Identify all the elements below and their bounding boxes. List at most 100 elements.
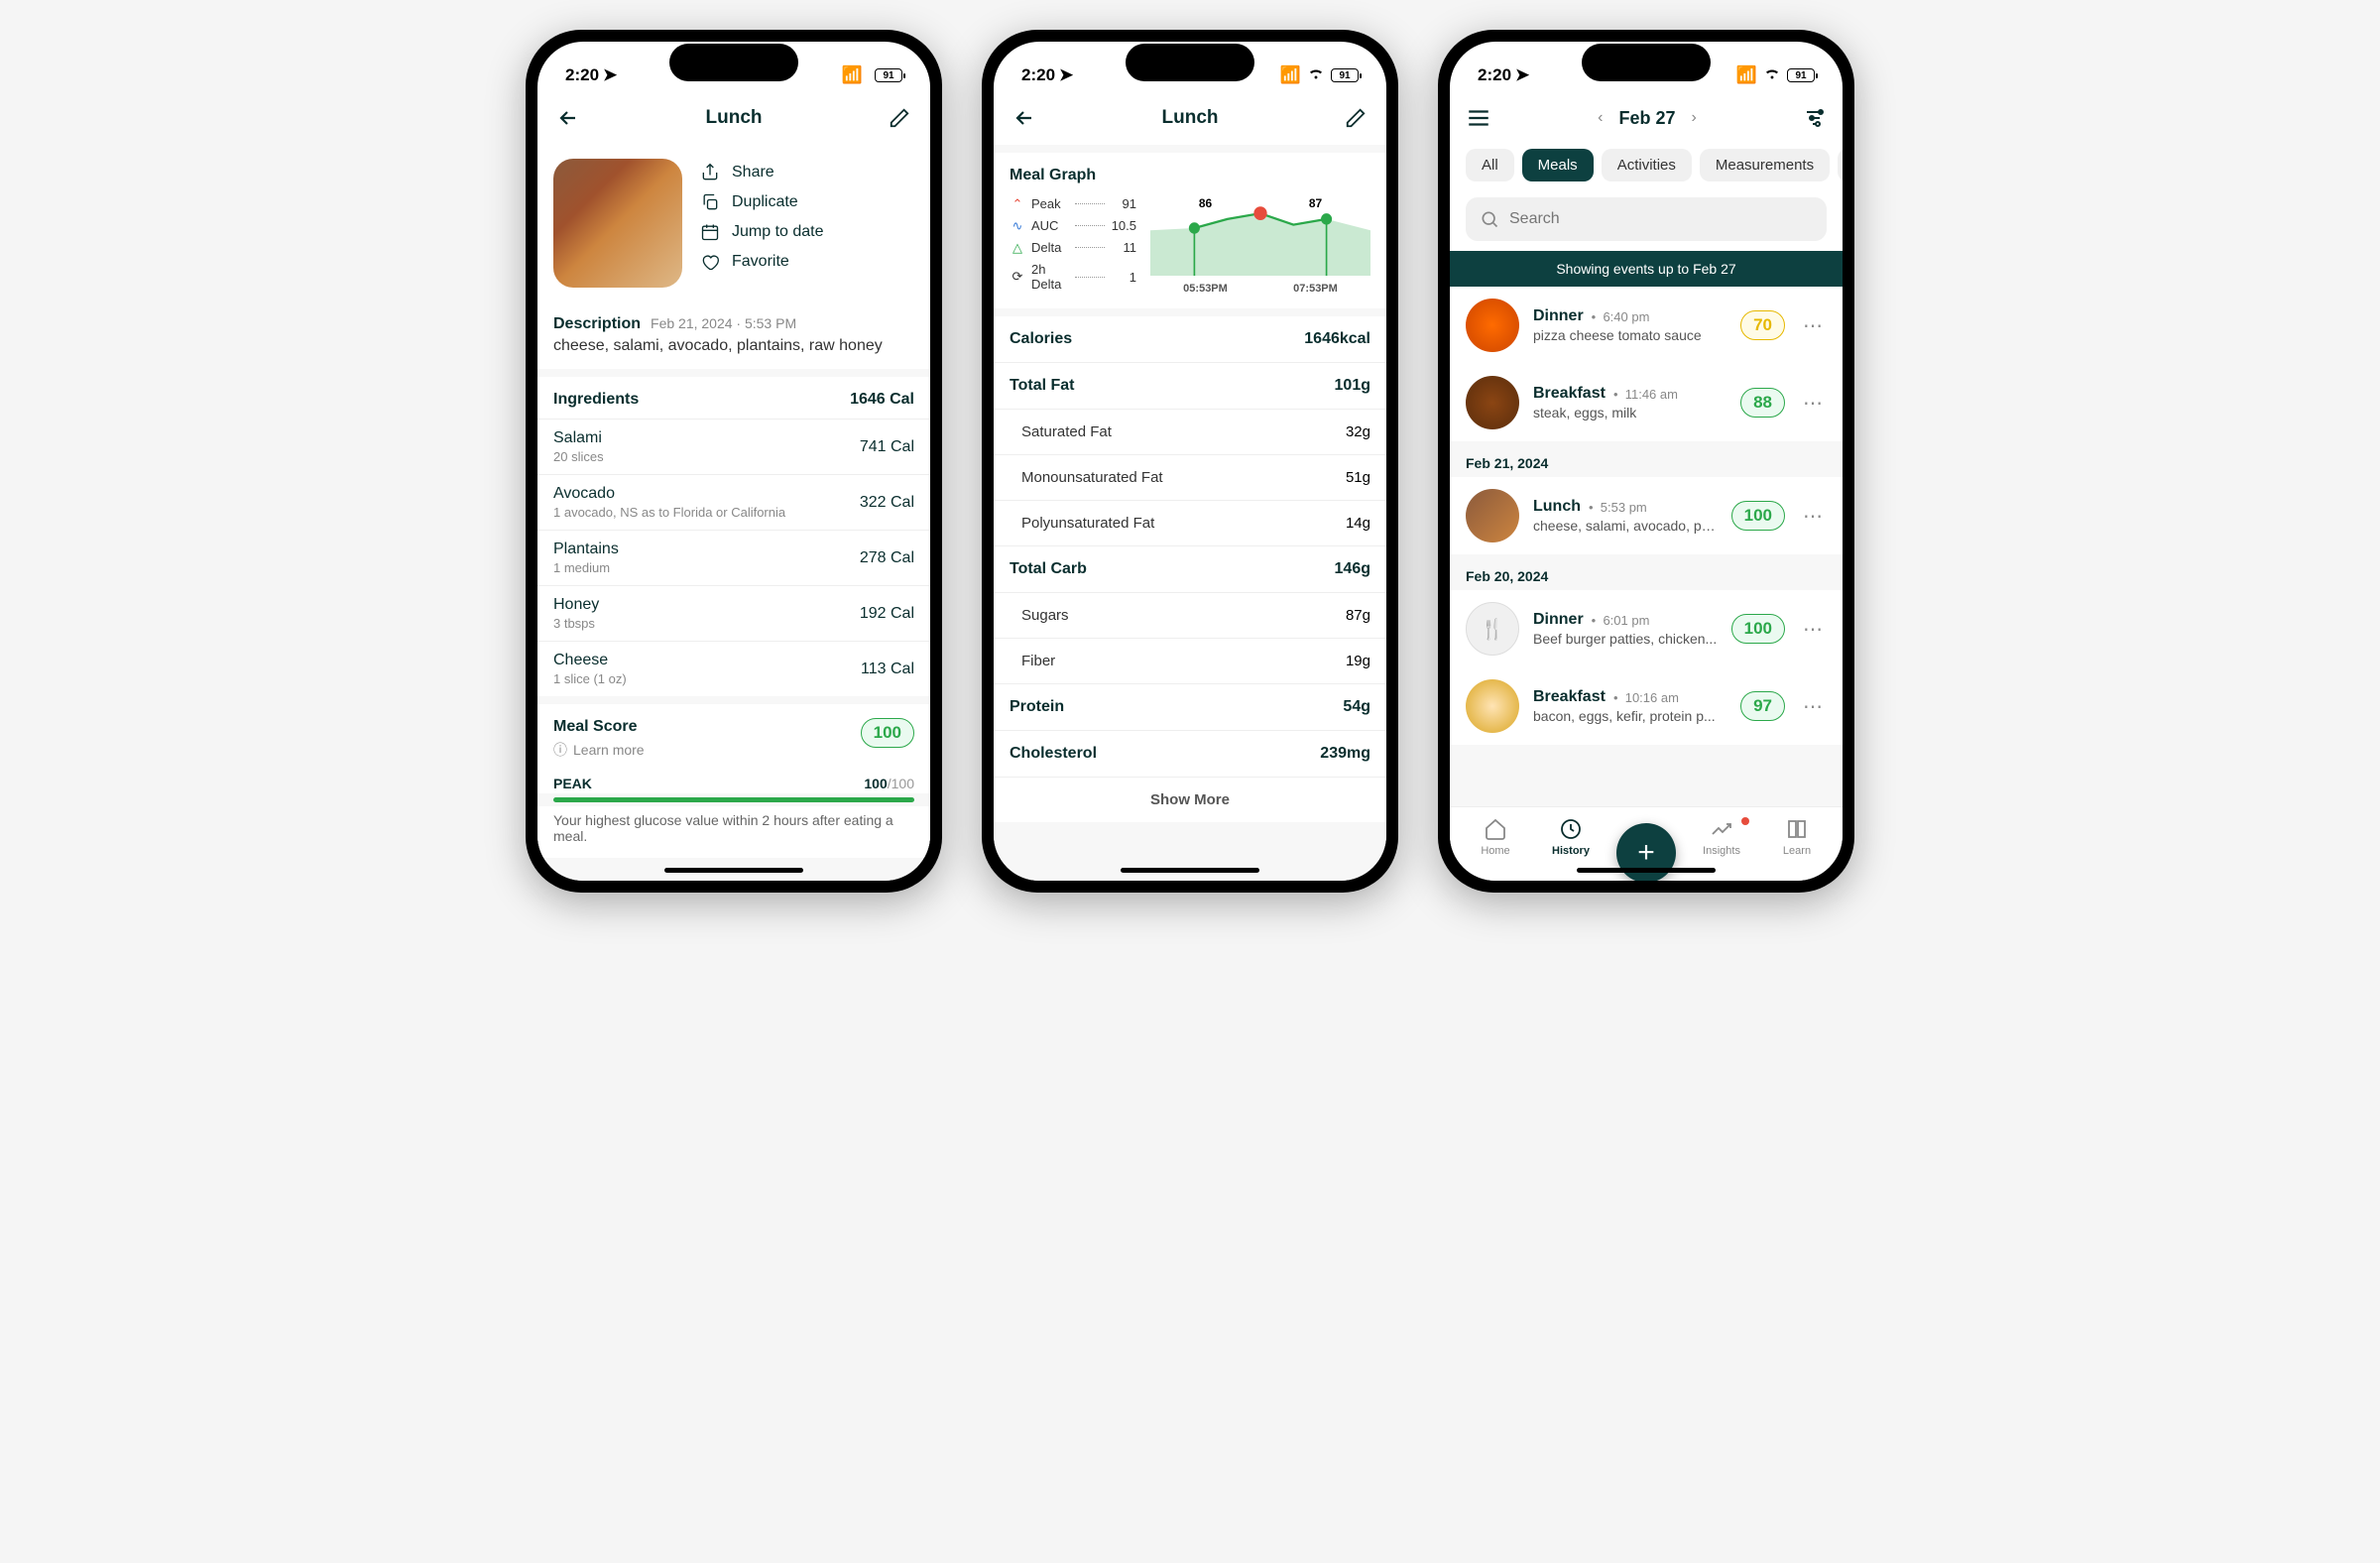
- meal-list-item[interactable]: 🍴 Dinner• 6:01 pmBeef burger patties, ch…: [1450, 590, 1843, 667]
- tabs-row: AllMealsActivitiesMeasurements Jou: [1450, 141, 1843, 189]
- favorite-action[interactable]: Favorite: [700, 252, 824, 272]
- edit-button[interactable]: [1341, 103, 1370, 133]
- total-cal: 1646 Cal: [850, 391, 914, 409]
- prev-date-button[interactable]: ‹: [1598, 109, 1603, 127]
- meal-thumbnail: [1466, 489, 1519, 542]
- meal-graph-title: Meal Graph: [1010, 167, 1370, 184]
- more-options-icon[interactable]: ⋯: [1799, 617, 1827, 642]
- graph-metric-row: △Delta11: [1010, 240, 1136, 255]
- date-separator: Feb 21, 2024: [1450, 441, 1843, 477]
- filter-icon[interactable]: [1803, 106, 1827, 130]
- jump-to-date-action[interactable]: Jump to date: [700, 222, 824, 242]
- meal-score-badge: 100: [861, 718, 914, 748]
- page-title: Lunch: [1039, 107, 1341, 129]
- tab-measurements[interactable]: Measurements: [1700, 149, 1830, 181]
- ingredient-row[interactable]: Salami20 slices741 Cal: [537, 419, 930, 474]
- search-input[interactable]: [1509, 210, 1813, 228]
- glucose-chart[interactable]: 8687 05:53PM07:53PM: [1150, 196, 1370, 299]
- location-icon: ➤: [1515, 65, 1529, 85]
- peak-hint: Your highest glucose value within 2 hour…: [537, 806, 930, 858]
- meal-list-item[interactable]: Lunch• 5:53 pmcheese, salami, avocado, p…: [1450, 477, 1843, 554]
- wifi-icon: [1763, 65, 1781, 85]
- more-options-icon[interactable]: ⋯: [1799, 504, 1827, 529]
- ingredient-row[interactable]: Plantains1 medium278 Cal: [537, 530, 930, 585]
- more-options-icon[interactable]: ⋯: [1799, 313, 1827, 338]
- tab-all[interactable]: All: [1466, 149, 1514, 181]
- menu-icon[interactable]: [1466, 105, 1491, 131]
- nutrition-row: Fiber19g: [994, 638, 1386, 683]
- events-banner: Showing events up to Feb 27: [1450, 251, 1843, 287]
- phone-frame-3: 2:20➤ 📶91 ‹ Feb 27 › AllMealsActivitiesM…: [1438, 30, 1854, 893]
- nutrition-row: Monounsaturated Fat51g: [994, 454, 1386, 500]
- dynamic-island: [1582, 44, 1711, 81]
- chart-time-end: 07:53PM: [1293, 283, 1338, 295]
- meal-list-item[interactable]: Breakfast• 10:16 ambacon, eggs, kefir, p…: [1450, 667, 1843, 745]
- tab-meals[interactable]: Meals: [1522, 149, 1594, 181]
- clock: 2:20: [1021, 65, 1055, 85]
- phone-frame-1: 2:20➤ 📶 91 Lunch Share Duplicate Jump to…: [526, 30, 942, 893]
- signal-icon: 📶: [842, 65, 863, 85]
- ingredient-row[interactable]: Cheese1 slice (1 oz)113 Cal: [537, 641, 930, 696]
- clock: 2:20: [1478, 65, 1511, 85]
- signal-icon: 📶: [1280, 65, 1301, 85]
- nav-bar: Lunch: [537, 95, 930, 145]
- wifi-icon: [1307, 65, 1325, 85]
- home-indicator[interactable]: [1577, 868, 1716, 873]
- page-title: Lunch: [583, 107, 885, 129]
- battery-icon: 91: [875, 68, 902, 82]
- top-bar: ‹ Feb 27 ›: [1450, 95, 1843, 141]
- tab-history[interactable]: History: [1533, 817, 1608, 857]
- location-icon: ➤: [1059, 65, 1073, 85]
- peak-value: 100: [864, 776, 887, 791]
- peak-bar: [553, 797, 914, 802]
- next-date-button[interactable]: ›: [1692, 109, 1697, 127]
- clock: 2:20: [565, 65, 599, 85]
- meal-photo[interactable]: [553, 159, 682, 288]
- back-button[interactable]: [553, 103, 583, 133]
- more-options-icon[interactable]: ⋯: [1799, 391, 1827, 416]
- nutrition-row: Saturated Fat32g: [994, 409, 1386, 454]
- meal-list-item[interactable]: Breakfast• 11:46 amsteak, eggs, milk 88 …: [1450, 364, 1843, 441]
- meal-score-badge: 88: [1740, 388, 1785, 418]
- meal-score-badge: 97: [1740, 691, 1785, 721]
- nutrition-row: Protein54g: [994, 683, 1386, 730]
- learn-more-link[interactable]: ⓘLearn more: [553, 740, 645, 760]
- phone-frame-2: 2:20➤ 📶 91 Lunch Meal Graph ⌃Peak91 ∿AUC10…: [982, 30, 1398, 893]
- nav-bar: Lunch: [994, 95, 1386, 145]
- ingredient-row[interactable]: Avocado1 avocado, NS as to Florida or Ca…: [537, 474, 930, 530]
- tab-jou[interactable]: Jou: [1838, 149, 1843, 181]
- tab-activities[interactable]: Activities: [1602, 149, 1692, 181]
- graph-metric-row: ⌃Peak91: [1010, 196, 1136, 211]
- meal-score-label: Meal Score: [553, 718, 645, 736]
- edit-button[interactable]: [885, 103, 914, 133]
- signal-icon: 📶: [1736, 65, 1757, 85]
- meal-list-item[interactable]: Dinner• 6:40 pmpizza cheese tomato sauce…: [1450, 287, 1843, 364]
- tab-insights[interactable]: Insights: [1684, 817, 1759, 857]
- tab-learn[interactable]: Learn: [1759, 817, 1835, 857]
- back-button[interactable]: [1010, 103, 1039, 133]
- search-box[interactable]: [1466, 197, 1827, 241]
- graph-metric-row: ∿AUC10.5: [1010, 218, 1136, 233]
- ingredients-label: Ingredients: [553, 391, 639, 409]
- battery-icon: 91: [1331, 68, 1359, 82]
- description-label: Description: [553, 315, 641, 333]
- share-action[interactable]: Share: [700, 163, 824, 182]
- info-icon: ⓘ: [553, 740, 567, 760]
- search-icon: [1480, 209, 1499, 229]
- ingredient-row[interactable]: Honey3 tbsps192 Cal: [537, 585, 930, 641]
- chart-val-start: 86: [1199, 196, 1212, 210]
- show-more-button[interactable]: Show More: [994, 777, 1386, 822]
- nutrition-row: Total Fat101g: [994, 362, 1386, 409]
- tab-home[interactable]: Home: [1458, 817, 1533, 857]
- duplicate-action[interactable]: Duplicate: [700, 192, 824, 212]
- home-indicator[interactable]: [1121, 868, 1259, 873]
- location-icon: ➤: [603, 65, 617, 85]
- nutrition-row: Cholesterol239mg: [994, 730, 1386, 777]
- more-options-icon[interactable]: ⋯: [1799, 694, 1827, 719]
- graph-metric-row: ⟳2h Delta1: [1010, 262, 1136, 292]
- meal-thumbnail: [1466, 299, 1519, 352]
- meal-thumbnail: 🍴: [1466, 602, 1519, 656]
- date-display[interactable]: Feb 27: [1618, 108, 1675, 129]
- nutrition-row: Calories1646kcal: [994, 316, 1386, 362]
- home-indicator[interactable]: [664, 868, 803, 873]
